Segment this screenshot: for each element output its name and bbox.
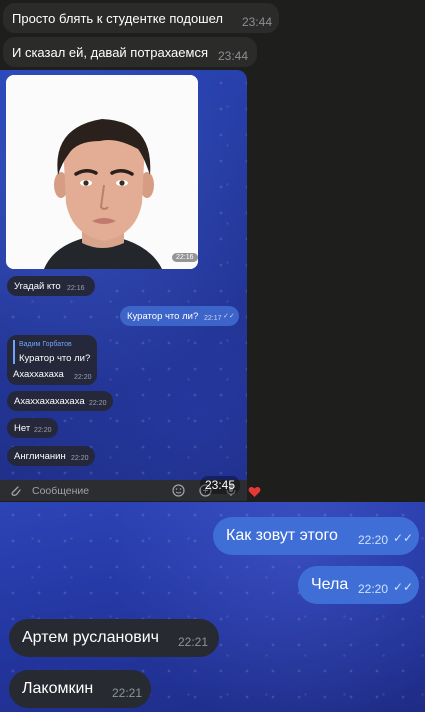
reply-author: Вадим Горбатов — [19, 341, 72, 348]
top-message-2[interactable]: И сказал ей, давай потрахаемся 23:44 — [3, 37, 257, 67]
message-text: Куратор что ли? — [127, 311, 199, 322]
message-input-placeholder: Сообщение — [32, 485, 90, 497]
message-text: Угадай кто — [14, 281, 61, 292]
bottom-message-2[interactable]: Чела 22:20 ✓✓ — [298, 566, 419, 604]
message-time: 22:17 — [204, 315, 222, 322]
inner-message-6[interactable]: Англичанин 22:20 — [7, 446, 95, 466]
message-text: Лакомкин — [22, 680, 94, 697]
message-text: Просто блять к студентке подошел — [12, 11, 223, 26]
message-time: 22:20 — [34, 427, 52, 434]
attach-icon[interactable] — [9, 483, 21, 501]
bottom-message-1[interactable]: Как зовут этого 22:20 ✓✓ — [213, 517, 419, 555]
bottom-message-4[interactable]: Лакомкин 22:21 — [9, 670, 151, 708]
message-time: 22:20 — [89, 400, 107, 407]
message-text: И сказал ей, давай потрахаемся — [12, 45, 208, 60]
message-time: 22:20 — [358, 582, 389, 596]
emoji-icon[interactable] — [172, 484, 185, 501]
message-time: 23:44 — [242, 15, 273, 29]
screenshot-time-overlay: 23:45 — [200, 476, 241, 494]
message-text: Англичанин — [14, 451, 66, 462]
photo-time: 22:16 — [172, 253, 198, 262]
bottom-chat-area[interactable]: Как зовут этого 22:20 ✓✓ Чела 22:20 ✓✓ А… — [0, 502, 425, 712]
inner-message-3-reply[interactable]: Вадим Горбатов Куратор что ли? Ахаххахах… — [7, 335, 97, 385]
reply-text: Куратор что ли? — [19, 353, 91, 364]
message-time: 23:44 — [218, 49, 249, 63]
message-time: 22:21 — [178, 635, 209, 649]
message-text: Как зовут этого — [226, 527, 338, 544]
inner-message-5[interactable]: Нет 22:20 — [7, 418, 58, 438]
message-text: Ахаххахахахаха — [14, 396, 85, 407]
message-text: Артем русланович — [22, 629, 159, 646]
message-text: Чела — [311, 576, 349, 593]
message-time: 22:20 — [74, 374, 92, 381]
inner-message-2[interactable]: Куратор что ли? 22:17 ✓✓ — [120, 306, 239, 326]
message-time: 22:20 — [71, 455, 89, 462]
reply-bar — [13, 340, 15, 364]
message-text: Ахаххахаха — [13, 369, 64, 380]
inner-message-1[interactable]: Угадай кто 22:16 — [7, 276, 95, 296]
inner-message-4[interactable]: Ахаххахахахаха 22:20 — [7, 391, 113, 411]
message-time: 22:16 — [67, 285, 85, 292]
photo-message[interactable]: 22:16 — [6, 75, 198, 269]
bottom-message-3[interactable]: Артем русланович 22:21 — [9, 619, 219, 657]
forwarded-screenshot[interactable]: 22:16 Угадай кто 22:16 Куратор что ли? 2… — [0, 70, 247, 501]
read-checkmark-icon: ✓✓ — [393, 580, 414, 594]
message-text: Нет — [14, 423, 31, 434]
top-message-1[interactable]: Просто блять к студентке подошел 23:44 — [3, 3, 279, 33]
message-time: 22:20 — [358, 533, 389, 547]
heart-icon[interactable] — [248, 485, 261, 503]
read-checkmark-icon: ✓✓ — [393, 531, 414, 545]
read-checkmark-icon: ✓✓ — [223, 313, 235, 320]
portrait-image — [6, 75, 198, 269]
message-time: 22:21 — [112, 686, 143, 700]
